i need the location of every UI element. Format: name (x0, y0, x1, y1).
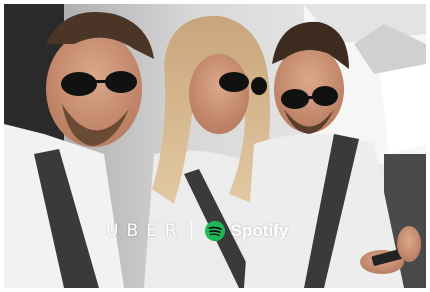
brand-divider (190, 220, 192, 242)
uber-logo-text: UBER (106, 221, 185, 241)
promo-photo: UBER Spotify (4, 4, 426, 288)
spotify-icon (204, 220, 225, 242)
brand-lockup: UBER Spotify (106, 216, 336, 246)
spotify-logo-text: Spotify (230, 221, 289, 240)
